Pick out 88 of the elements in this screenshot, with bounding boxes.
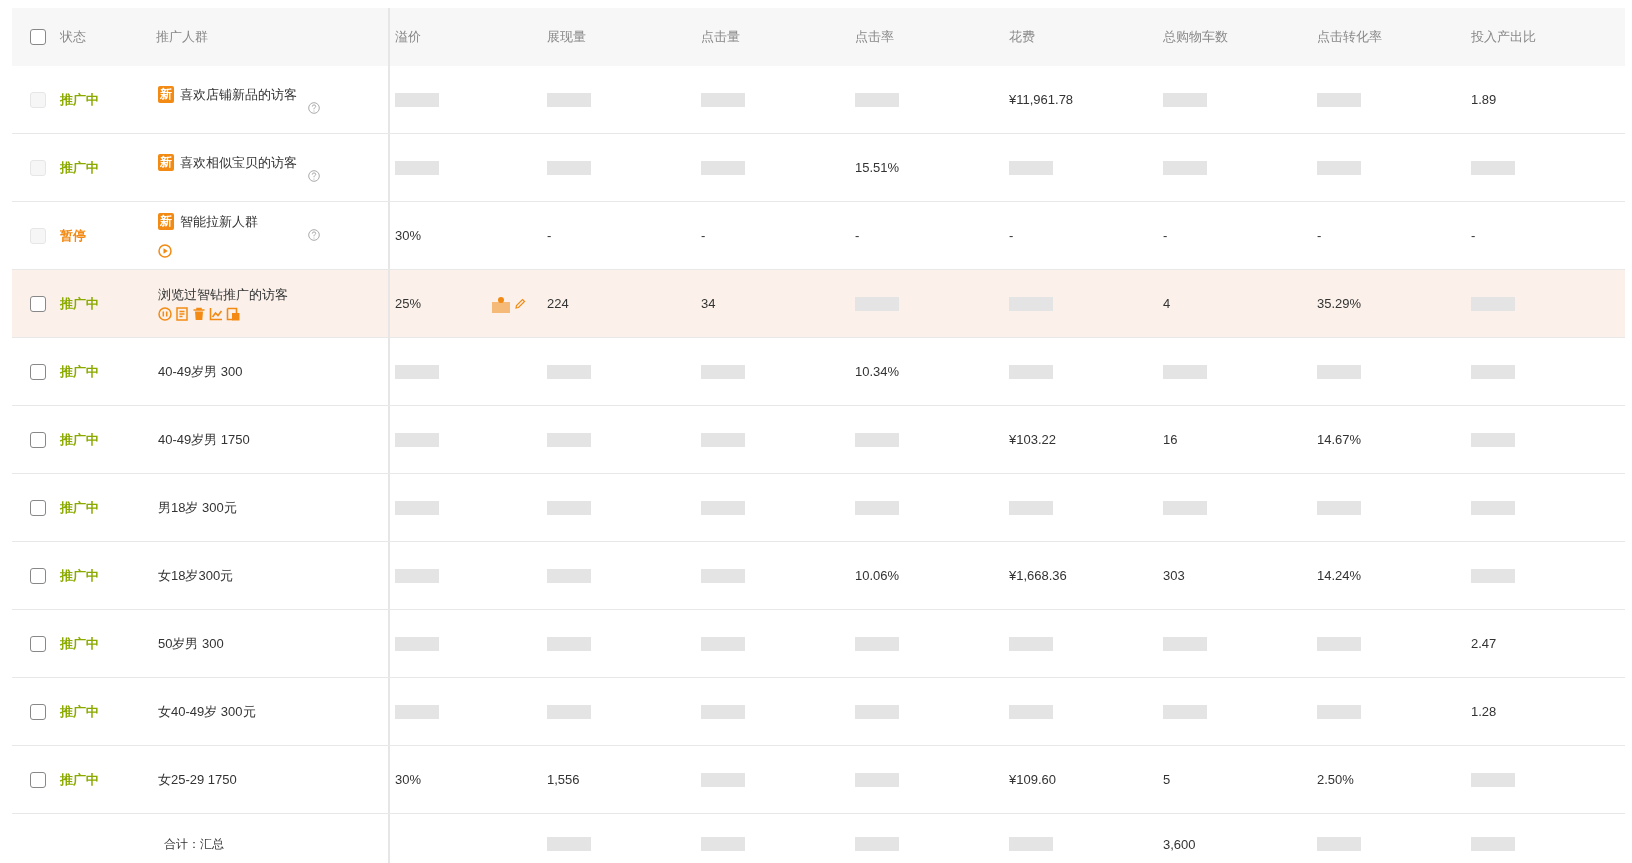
column-header: 花费 [1009,28,1035,46]
table-cell: 10.34% [855,364,900,379]
chart-icon[interactable] [209,307,223,321]
help-icon[interactable] [308,229,320,241]
table-cell: - [547,228,552,243]
audience-name[interactable]: 50岁男 300 [158,634,348,653]
table-cell: 34 [701,296,716,311]
row-checkbox[interactable] [30,771,46,788]
status-label: 推广中 [60,635,99,651]
table-cell: 3,600 [1163,836,1196,852]
note-icon[interactable] [175,307,189,321]
report-icon[interactable] [226,307,240,321]
column-header: 总购物车数 [1163,28,1228,46]
table-cell: 30% [395,228,422,243]
row-checkbox[interactable] [30,295,46,312]
status-label: 推广中 [60,499,99,515]
status-label: 推广中 [60,159,99,175]
column-header: 展现量 [547,28,586,46]
table-cell: 1.89 [1471,92,1497,107]
table-cell: 15.51% [855,160,900,175]
audience-name[interactable]: 40-49岁男 1750 [158,430,348,449]
new-badge: 新 [158,85,174,103]
table-cell: 2.47 [1471,636,1497,651]
row-checkbox[interactable] [30,635,46,652]
table-cell: - [1163,228,1168,243]
pencil-icon[interactable] [514,297,526,310]
help-icon[interactable] [308,101,320,114]
table-cell: 1.28 [1471,704,1497,719]
table-cell: - [855,228,860,243]
table-cell: 2.50% [1317,772,1354,787]
table-cell: 14.24% [1317,568,1362,583]
person-icon[interactable] [492,294,510,313]
pause-icon[interactable] [158,307,172,321]
table-cell: 4 [1163,296,1171,311]
table-cell: 5 [1163,772,1171,787]
audience-name[interactable]: 男18岁 300元 [158,498,348,517]
audience-name[interactable]: 40-49岁男 300 [158,362,348,381]
table-cell: ¥103.22 [1009,432,1056,447]
column-header: 溢价 [395,28,421,46]
play-icon[interactable] [158,244,172,258]
table-cell: 10.06% [855,568,900,583]
column-header: 状态 [60,29,86,44]
table-cell: 14.67% [1317,432,1362,447]
status-label: 推广中 [60,91,99,107]
table-cell: 30% [395,772,422,787]
row-checkbox[interactable] [30,499,46,516]
column-header: 推广人群 [156,29,208,44]
table-cell: - [1471,228,1476,243]
status-label: 推广中 [60,771,99,787]
table-cell: 1,556 [547,772,580,787]
new-badge: 新 [158,213,174,230]
table-cell: - [1317,228,1322,243]
help-icon[interactable] [308,169,320,182]
column-header: 点击量 [701,28,740,46]
status-label: 推广中 [60,567,99,583]
trash-icon[interactable] [192,307,206,321]
table-cell: 35.29% [1317,296,1362,311]
row-checkbox[interactable] [30,363,46,380]
column-header: 投入产出比 [1471,28,1536,46]
table-cell: 25% [395,296,422,311]
table-cell: 224 [547,296,569,311]
audience-name[interactable]: 喜欢店铺新品的访客 [180,85,298,104]
column-header: 点击率 [855,28,894,46]
total-label: 合计：汇总 [163,835,225,853]
table-cell: 16 [1163,432,1178,447]
table-cell: ¥109.60 [1009,772,1056,787]
status-label: 推广中 [60,295,99,311]
table-cell: - [1009,228,1014,243]
audience-name[interactable]: 女25-29 1750 [158,770,348,789]
table-cell: ¥11,961.78 [1009,92,1074,107]
select-all-checkbox[interactable] [30,29,46,45]
row-checkbox[interactable] [30,703,46,720]
status-label: 推广中 [60,431,99,447]
row-checkbox[interactable] [30,431,46,448]
audience-name[interactable]: 女18岁300元 [158,566,348,585]
table-cell: 303 [1163,568,1185,583]
audience-name[interactable]: 智能拉新人群 [180,213,298,231]
row-checkbox[interactable] [30,567,46,584]
table-cell: ¥1,668.36 [1009,568,1067,583]
status-label: 推广中 [60,703,99,719]
table-cell: - [701,228,706,243]
audience-name[interactable]: 喜欢相似宝贝的访客 [180,153,298,172]
status-label: 推广中 [60,363,99,379]
new-badge: 新 [158,153,174,171]
column-header: 点击转化率 [1317,28,1382,46]
audience-name[interactable]: 女40-49岁 300元 [158,702,348,721]
status-label: 暂停 [60,227,86,243]
audience-name[interactable]: 浏览过智钻推广的访客 [158,286,348,304]
